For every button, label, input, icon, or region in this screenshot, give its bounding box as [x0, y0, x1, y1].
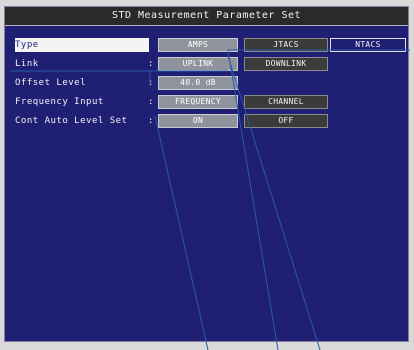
row-link: Link : UPLINK DOWNLINK	[5, 57, 408, 74]
screen-area: STD Measurement Parameter Set Type : AMP…	[0, 0, 414, 350]
param-label-offset-level[interactable]: Offset Level	[15, 76, 149, 90]
offset-level-value[interactable]: 40.0 dB	[158, 76, 238, 90]
param-label-cont-auto-level-set[interactable]: Cont Auto Level Set	[15, 114, 149, 128]
row-cont-auto-level-set: Cont Auto Level Set : ON OFF	[5, 114, 408, 131]
colon: :	[148, 97, 154, 107]
param-label-type[interactable]: Type	[15, 38, 149, 52]
parameter-panel: STD Measurement Parameter Set Type : AMP…	[4, 6, 409, 342]
option-ntacs[interactable]: NTACS	[330, 38, 406, 52]
param-label-link[interactable]: Link	[15, 57, 149, 71]
option-jtacs[interactable]: JTACS	[244, 38, 328, 52]
option-off[interactable]: OFF	[244, 114, 328, 128]
row-type: Type : AMPS JTACS NTACS	[5, 38, 408, 55]
option-on[interactable]: ON	[158, 114, 238, 128]
option-uplink[interactable]: UPLINK	[158, 57, 238, 71]
colon: :	[148, 40, 154, 50]
row-offset-level: Offset Level : 40.0 dB	[5, 76, 408, 93]
param-label-frequency-input[interactable]: Frequency Input	[15, 95, 149, 109]
colon: :	[148, 78, 154, 88]
row-frequency-input: Frequency Input : FREQUENCY CHANNEL	[5, 95, 408, 112]
option-downlink[interactable]: DOWNLINK	[244, 57, 328, 71]
option-channel[interactable]: CHANNEL	[244, 95, 328, 109]
colon: :	[148, 116, 154, 126]
colon: :	[148, 59, 154, 69]
option-amps[interactable]: AMPS	[158, 38, 238, 52]
panel-title: STD Measurement Parameter Set	[5, 7, 408, 26]
option-frequency[interactable]: FREQUENCY	[158, 95, 238, 109]
